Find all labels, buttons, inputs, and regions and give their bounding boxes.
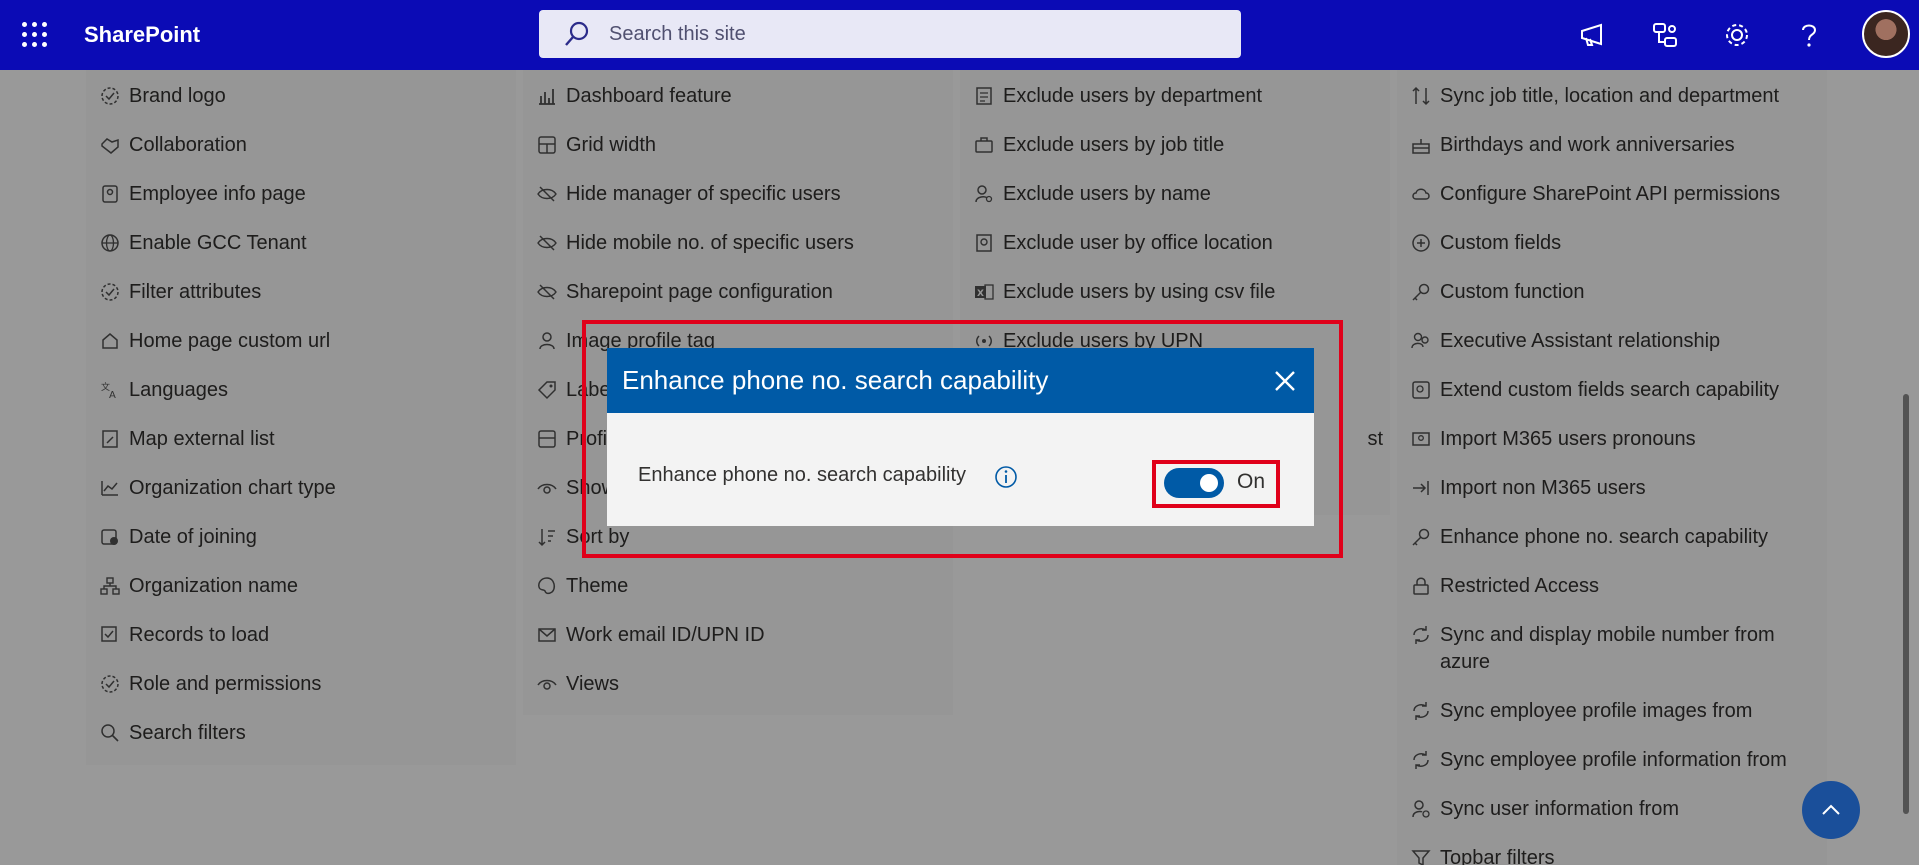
gear-icon[interactable] [1701,0,1773,70]
dialog-header: Enhance phone no. search capability [607,348,1314,413]
search-input[interactable]: Search this site [609,23,746,46]
setting-label: Enhance phone no. search capability [638,464,967,486]
chevron-up-icon [1822,804,1840,815]
toggle-state-label: On [1237,470,1266,493]
brand-title[interactable]: SharePoint [84,22,200,48]
settings-dialog: Enhance phone no. search capability Enha… [607,348,1314,526]
toggle-knob [1200,474,1218,492]
search-box[interactable]: Search this site [539,10,1241,58]
top-bar: SharePoint Search this site [0,0,1919,70]
close-icon[interactable] [1271,367,1299,395]
back-to-top-button[interactable] [1802,781,1860,839]
app-launcher-icon[interactable] [22,22,48,48]
avatar[interactable] [1862,10,1910,58]
help-icon[interactable] [1773,0,1845,70]
search-icon [565,21,589,46]
info-icon[interactable] [994,465,1018,489]
dialog-title: Enhance phone no. search capability [622,365,1049,395]
connections-icon[interactable] [1629,0,1701,70]
megaphone-icon[interactable] [1557,0,1629,70]
toggle-switch[interactable] [1164,468,1224,498]
